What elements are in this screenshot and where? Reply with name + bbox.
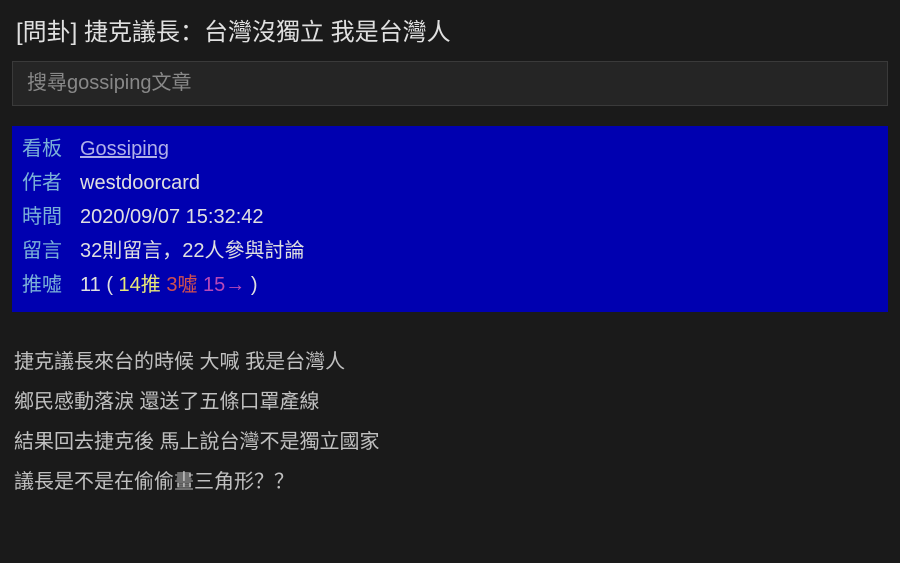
content-line: 結果回去捷克後 馬上說台灣不是獨立國家 <box>14 422 886 462</box>
meta-comments-row: 留言 32則留言，22人參與討論 <box>12 234 888 268</box>
post-content: 捷克議長來台的時候 大喊 我是台灣人 鄉民感動落淚 還送了五條口罩產線 結果回去… <box>0 312 900 502</box>
boo-count: 3噓 <box>166 274 197 296</box>
post-metadata: 看板 Gossiping 作者 westdoorcard 時間 2020/09/… <box>12 126 888 312</box>
pushboo-close: ) <box>245 274 257 296</box>
meta-author-value: westdoorcard <box>80 168 200 198</box>
search-container <box>0 61 900 116</box>
content-line: 議長是不是在偷偷畫三角形？？ <box>14 462 886 502</box>
push-count: 14推 <box>119 274 161 296</box>
content-line: 鄉民感動落淚 還送了五條口罩產線 <box>14 382 886 422</box>
pushboo-net: 11 <box>80 274 101 296</box>
meta-board-row: 看板 Gossiping <box>12 132 888 166</box>
meta-author-label: 作者 <box>22 168 80 198</box>
meta-time-row: 時間 2020/09/07 15:32:42 <box>12 200 888 234</box>
meta-comments-value: 32則留言，22人參與討論 <box>80 236 305 266</box>
content-line: 捷克議長來台的時候 大喊 我是台灣人 <box>14 342 886 382</box>
meta-board-label: 看板 <box>22 134 80 164</box>
meta-author-row: 作者 westdoorcard <box>12 166 888 200</box>
meta-comments-label: 留言 <box>22 236 80 266</box>
board-link[interactable]: Gossiping <box>80 134 169 164</box>
meta-pushboo-row: 推噓 11 ( 14推 3噓 15→ ) <box>12 268 888 302</box>
meta-pushboo-value: 11 ( 14推 3噓 15→ ) <box>80 270 258 300</box>
meta-time-value: 2020/09/07 15:32:42 <box>80 202 264 232</box>
post-title: [問卦] 捷克議長：台灣沒獨立 我是台灣人 <box>0 0 900 61</box>
meta-pushboo-label: 推噓 <box>22 270 80 300</box>
search-input[interactable] <box>12 61 888 106</box>
meta-time-label: 時間 <box>22 202 80 232</box>
arrow-count: 15→ <box>203 274 245 296</box>
pushboo-open: ( <box>101 274 119 296</box>
